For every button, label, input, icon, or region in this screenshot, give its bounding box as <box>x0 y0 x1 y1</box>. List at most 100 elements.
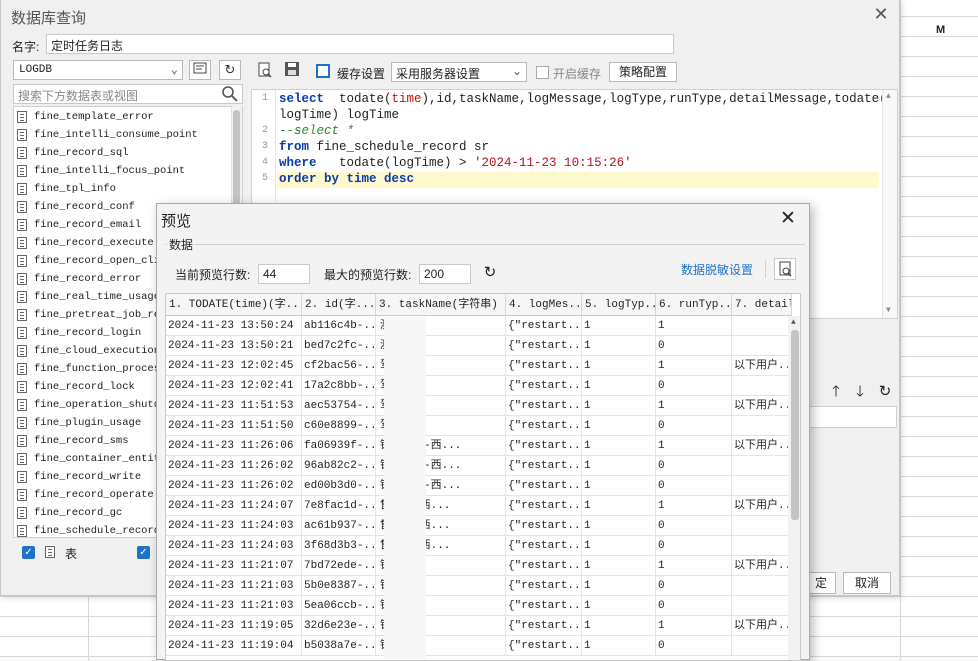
table-row[interactable]: 2024-11-23 11:24:03ac61b937-...售周报-西...{… <box>166 516 792 536</box>
table-row[interactable]: 2024-11-23 13:50:24ab116c4b-...测试{"resta… <box>166 316 792 336</box>
grid-column-header[interactable]: 7. detail <box>732 294 792 316</box>
table-cell: 1 <box>582 456 656 476</box>
table-cell: 2024-11-23 11:26:02 <box>166 456 302 476</box>
sql-line-1-wrap: logTime) logTime <box>279 108 400 122</box>
table-cell: 2024-11-23 11:24:03 <box>166 516 302 536</box>
table-name: fine_cloud_execution <box>34 345 161 357</box>
refresh-icon: ↻ <box>224 62 236 77</box>
show-views-checkbox[interactable]: ✓ <box>137 546 150 559</box>
toolbar-separator <box>765 260 766 278</box>
move-up-icon[interactable]: 🡑 <box>828 384 844 400</box>
table-cell: 以下用户... <box>732 556 792 576</box>
table-icon <box>17 453 27 465</box>
table-row[interactable]: 2024-11-23 11:19:04b5038a7e-...销售周报{"res… <box>166 636 792 656</box>
table-cell <box>732 376 792 396</box>
table-cell: 2024-11-23 11:51:50 <box>166 416 302 436</box>
table-row[interactable]: 2024-11-23 11:24:077e8fac1d-...售周报-西...{… <box>166 496 792 516</box>
table-row[interactable]: 2024-11-23 11:21:035ea06ccb-...销售周报{"res… <box>166 596 792 616</box>
refresh-tables-button[interactable]: ↻ <box>219 60 241 80</box>
sql-line-3: from fine_schedule_record sr <box>279 140 489 154</box>
table-row[interactable]: 2024-11-23 11:26:0296ab82c2-...销售看板-西...… <box>166 456 792 476</box>
table-cell: 以下用户... <box>732 396 792 416</box>
table-cell: {"restart... <box>506 336 582 356</box>
table-icon <box>17 291 27 303</box>
refresh-icon[interactable]: ↻ <box>482 265 498 281</box>
table-row[interactable]: 2024-11-23 11:26:06fa06939f-...销售看板-西...… <box>166 436 792 456</box>
table-cell: 1 <box>582 336 656 356</box>
cancel-button[interactable]: 取消 <box>843 572 891 594</box>
table-list-item[interactable]: fine_record_sql <box>17 144 237 162</box>
table-cell: 2024-11-23 11:26:06 <box>166 436 302 456</box>
show-tables-checkbox[interactable]: ✓ <box>22 546 35 559</box>
sql-string: '2024-11-23 10:15:26' <box>474 156 632 170</box>
table-cell: 1 <box>656 356 732 376</box>
current-rows-field[interactable]: 44 <box>258 264 310 284</box>
editor-scrollbar[interactable]: ▲ ▼ <box>882 90 897 318</box>
table-row[interactable]: 2024-11-23 11:24:033f68d3b3-...售周报-西...{… <box>166 536 792 556</box>
table-cell: 2024-11-23 11:21:03 <box>166 576 302 596</box>
table-filter-button[interactable] <box>189 60 211 80</box>
data-group-label: 数据 <box>167 236 196 253</box>
table-list-item[interactable]: fine_intelli_focus_point <box>17 162 237 180</box>
table-cell: 2024-11-23 11:19:04 <box>166 636 302 656</box>
scroll-up-icon[interactable]: ▲ <box>791 318 796 327</box>
grid-column-header[interactable]: 4. logMes... <box>506 294 582 316</box>
table-row[interactable]: 2024-11-23 11:51:50c60e8899-...驾驶舱{"rest… <box>166 416 792 436</box>
name-field[interactable]: 定时任务日志 <box>46 34 674 54</box>
export-button[interactable] <box>774 258 796 280</box>
table-row[interactable]: 2024-11-23 11:26:02ed00b3d0-...销售看板-西...… <box>166 476 792 496</box>
close-icon[interactable]: ✕ <box>871 4 891 24</box>
table-row[interactable]: 2024-11-23 11:21:035b0e8387-...销售周报{"res… <box>166 576 792 596</box>
table-row[interactable]: 2024-11-23 11:21:077bd72ede-...销售周报{"res… <box>166 556 792 576</box>
max-rows-field[interactable]: 200 <box>419 264 471 284</box>
scroll-up-icon[interactable]: ▲ <box>886 92 891 101</box>
parameter-field[interactable] <box>809 406 897 428</box>
grid-column-header[interactable]: 2. id(字... <box>302 294 376 316</box>
table-cell: 1 <box>582 436 656 456</box>
close-icon[interactable]: ✕ <box>777 208 799 230</box>
table-list-item[interactable]: fine_intelli_consume_point <box>17 126 237 144</box>
table-list-item[interactable]: fine_template_error <box>17 108 237 126</box>
table-cell: aec53754-... <box>302 396 376 416</box>
database-select[interactable]: LOGDB ⌄ <box>13 60 183 80</box>
table-cell: 7bd72ede-... <box>302 556 376 576</box>
grid-scroll-thumb[interactable] <box>791 330 799 520</box>
table-cell: 1 <box>582 316 656 336</box>
refresh-icon[interactable]: ↻ <box>877 384 893 400</box>
table-icon <box>17 129 27 141</box>
table-row[interactable]: 2024-11-23 12:02:45cf2bac56-...驾驶舱{"rest… <box>166 356 792 376</box>
preview-query-icon[interactable] <box>257 62 273 78</box>
table-cell: {"restart... <box>506 476 582 496</box>
grid-column-header[interactable]: 3. taskName(字符串) <box>376 294 506 316</box>
table-name: fine_template_error <box>34 111 154 123</box>
policy-config-button[interactable]: 策略配置 <box>609 62 677 82</box>
sheet-gridline <box>900 0 901 660</box>
search-icon[interactable] <box>221 85 239 103</box>
grid-column-header[interactable]: 6. runTyp... <box>656 294 732 316</box>
chevron-down-icon: ⌄ <box>511 64 522 78</box>
table-cell: 32d6e23e-... <box>302 616 376 636</box>
grid-column-header[interactable]: 5. logTyp... <box>582 294 656 316</box>
enable-cache-checkbox[interactable] <box>536 66 549 79</box>
group-divider <box>165 244 805 245</box>
table-name: fine_function_proces <box>34 363 161 375</box>
scroll-down-icon[interactable]: ▼ <box>886 306 891 315</box>
table-cell: 5ea06ccb-... <box>302 596 376 616</box>
table-cell: {"restart... <box>506 556 582 576</box>
table-row[interactable]: 2024-11-23 13:50:21bed7c2fc-...测试{"resta… <box>166 336 792 356</box>
table-search-input[interactable]: 搜索下方数据表或视图 <box>13 84 243 104</box>
table-row[interactable]: 2024-11-23 11:51:53aec53754-...驾驶舱{"rest… <box>166 396 792 416</box>
sql-line-4: where todate(logTime) > '2024-11-23 10:1… <box>279 156 632 170</box>
table-row[interactable]: 2024-11-23 11:19:0532d6e23e-...销售看板{"res… <box>166 616 792 636</box>
cache-settings-icon[interactable] <box>316 64 330 78</box>
save-icon[interactable] <box>285 62 299 76</box>
table-list-item[interactable]: fine_tpl_info <box>17 180 237 198</box>
table-cell: 5b0e8387-... <box>302 576 376 596</box>
move-down-icon[interactable]: 🡓 <box>852 384 868 400</box>
data-masking-link[interactable]: 数据脱敏设置 <box>681 261 753 278</box>
current-rows-label: 当前预览行数: <box>175 268 251 282</box>
cache-mode-select[interactable]: 采用服务器设置 ⌄ <box>391 62 527 82</box>
table-name: fine_record_sms <box>34 435 129 447</box>
table-row[interactable]: 2024-11-23 12:02:4117a2c8bb-...驾驶舱{"rest… <box>166 376 792 396</box>
grid-column-header[interactable]: 1. TODATE(time)(字... <box>166 294 302 316</box>
